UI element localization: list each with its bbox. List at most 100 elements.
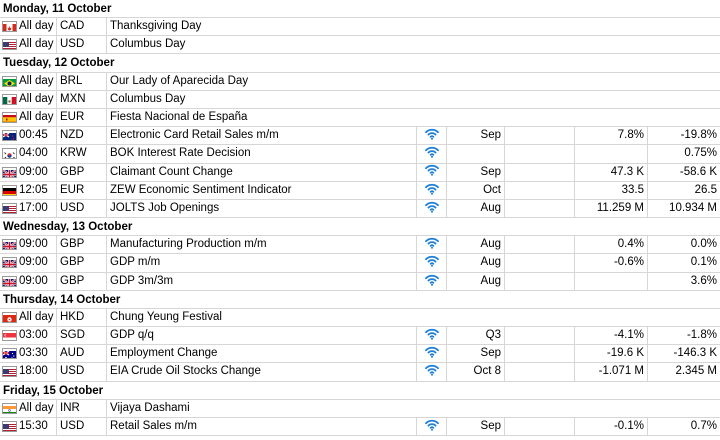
event-name[interactable]: Retail Sales m/m <box>107 418 416 435</box>
event-row[interactable]: All day INR Vijaya Dashami <box>0 399 720 418</box>
event-currency: SGD <box>57 327 107 345</box>
event-time: 15:30 <box>19 419 48 432</box>
event-name[interactable]: JOLTS Job Openings <box>107 200 416 217</box>
signal-icon[interactable] <box>416 363 447 381</box>
signal-icon[interactable] <box>416 145 447 163</box>
event-actual <box>505 345 575 363</box>
event-time-cell: 04:00 <box>0 145 57 163</box>
event-name[interactable]: Employment Change <box>107 345 416 362</box>
event-time-cell: 03:30 <box>0 345 57 363</box>
flag-nz-icon <box>2 130 17 142</box>
event-name[interactable]: GDP 3m/3m <box>107 273 416 290</box>
event-name[interactable]: Thanksgiving Day <box>107 18 720 35</box>
event-name[interactable]: Chung Yeung Festival <box>107 309 720 326</box>
event-time: 04:00 <box>19 147 48 160</box>
event-time-cell: All day <box>0 72 57 90</box>
event-previous: 0.1% <box>690 256 717 269</box>
event-name[interactable]: ZEW Economic Sentiment Indicator <box>107 182 416 199</box>
event-time: All day <box>19 310 54 323</box>
event-forecast: -0.6% <box>575 254 648 272</box>
flag-us-icon <box>2 39 17 51</box>
event-time: 03:00 <box>19 329 48 341</box>
event-time: 18:00 <box>19 365 48 378</box>
signal-icon[interactable] <box>416 181 447 199</box>
event-actual <box>505 127 575 145</box>
event-row[interactable]: 03:30 AUD Employment Change Sep -19.6 K -146.… <box>0 345 720 364</box>
event-period: Sep <box>447 417 505 436</box>
event-currency: AUD <box>57 345 107 363</box>
signal-icon[interactable] <box>416 127 447 145</box>
event-name[interactable]: Columbus Day <box>107 36 720 53</box>
event-forecast <box>575 145 648 163</box>
event-name[interactable]: GDP m/m <box>107 254 416 271</box>
event-time-cell: 12:05 <box>0 181 57 199</box>
event-row[interactable]: All day CAD Thanksgiving Day <box>0 18 720 37</box>
event-forecast: -4.1% <box>575 327 648 345</box>
event-row[interactable]: 09:00 GBP GDP 3m/3m Aug 3.6% <box>0 272 720 291</box>
event-period: Sep <box>447 163 505 181</box>
event-row[interactable]: 09:00 GBP Manufacturing Production m/m Aug 0… <box>0 236 720 255</box>
signal-icon[interactable] <box>416 327 447 345</box>
event-row[interactable]: All day EUR Fiesta Nacional de España <box>0 108 720 128</box>
event-currency: MXN <box>57 90 107 108</box>
event-row[interactable]: 03:00 SGD GDP q/q Q3 -4.1% -1.8% <box>0 327 720 346</box>
event-time-cell: 09:00 <box>0 254 57 272</box>
event-time-cell: 17:00 <box>0 199 57 218</box>
event-period: Oct 8 <box>447 363 505 381</box>
event-period: Sep <box>447 127 505 145</box>
flag-gb-icon <box>2 257 17 269</box>
flag-gb-icon <box>2 239 17 251</box>
signal-icon[interactable] <box>416 272 447 290</box>
flag-br-icon <box>2 75 17 87</box>
event-row[interactable]: 09:00 GBP Claimant Count Change Sep 47.3 K -5… <box>0 163 720 182</box>
event-row[interactable]: 09:00 GBP GDP m/m Aug -0.6% 0.1% <box>0 254 720 273</box>
event-currency: GBP <box>57 254 107 272</box>
event-previous: 0.7% <box>690 419 717 432</box>
signal-icon[interactable] <box>416 163 447 181</box>
event-name[interactable]: Claimant Count Change <box>107 164 416 181</box>
event-period: Aug <box>447 236 505 254</box>
event-currency: USD <box>57 36 107 54</box>
signal-icon[interactable] <box>416 199 447 218</box>
event-forecast: 33.5 <box>575 181 648 199</box>
event-actual <box>505 254 575 272</box>
event-previous: -146.3 K <box>673 347 717 360</box>
signal-icon[interactable] <box>416 254 447 272</box>
event-name[interactable]: Fiesta Nacional de España <box>107 109 720 126</box>
flag-mx-icon <box>2 93 17 105</box>
event-row[interactable]: All day HKD Chung Yeung Festival <box>0 308 720 327</box>
event-row[interactable]: 17:00 USD JOLTS Job Openings Aug 11.259 M 10.… <box>0 199 720 219</box>
event-name[interactable]: Columbus Day <box>107 91 720 108</box>
signal-icon[interactable] <box>416 236 447 254</box>
flag-in-icon <box>2 402 17 414</box>
event-currency: BRL <box>57 72 107 90</box>
event-name[interactable]: Our Lady of Aparecida Day <box>107 73 720 90</box>
event-time-cell: 09:00 <box>0 236 57 254</box>
event-row[interactable]: All day MXN Columbus Day <box>0 90 720 109</box>
event-name[interactable]: BOK Interest Rate Decision <box>107 145 416 162</box>
event-time: 00:45 <box>19 129 48 142</box>
signal-icon[interactable] <box>416 417 447 436</box>
event-row[interactable]: All day BRL Our Lady of Aparecida Day <box>0 72 720 91</box>
event-time-cell: All day <box>0 36 57 54</box>
flag-ca-icon <box>2 21 17 33</box>
economic-calendar: Monday, 11 October All day CAD Thanksgiving… <box>0 0 720 437</box>
event-name[interactable]: GDP q/q <box>107 327 416 344</box>
event-row[interactable]: 15:30 USD Retail Sales m/m Sep -0.1% 0.7% <box>0 417 720 437</box>
event-row[interactable]: All day USD Columbus Day <box>0 36 720 55</box>
signal-icon[interactable] <box>416 345 447 363</box>
event-name[interactable]: Electronic Card Retail Sales m/m <box>107 127 416 144</box>
event-name[interactable]: Manufacturing Production m/m <box>107 236 416 253</box>
event-name[interactable]: EIA Crude Oil Stocks Change <box>107 363 416 380</box>
flag-sg-icon <box>2 330 17 341</box>
event-row[interactable]: 18:00 USD EIA Crude Oil Stocks Change Oct 8… <box>0 363 720 382</box>
event-row[interactable]: 00:45 NZD Electronic Card Retail Sales m/m… <box>0 127 720 146</box>
event-name[interactable]: Vijaya Dashami <box>107 400 720 417</box>
event-previous: 0.75% <box>684 147 717 160</box>
flag-us-icon <box>2 202 17 214</box>
event-row[interactable]: 04:00 KRW BOK Interest Rate Decision 0.75% <box>0 145 720 164</box>
event-actual <box>505 199 575 218</box>
event-actual <box>505 363 575 381</box>
event-row[interactable]: 12:05 EUR ZEW Economic Sentiment Indicator… <box>0 181 720 200</box>
event-time: 09:00 <box>19 238 48 251</box>
